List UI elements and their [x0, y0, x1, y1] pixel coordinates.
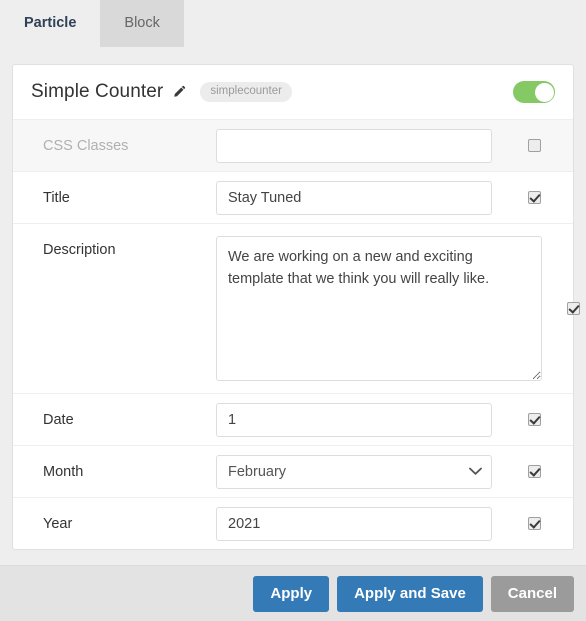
field-row-date: Date — [13, 393, 573, 445]
field-label-description: Description — [43, 242, 116, 258]
override-checkbox-css-classes[interactable] — [527, 139, 541, 152]
field-control-css-classes — [216, 128, 513, 163]
tab-block-label: Block — [124, 15, 160, 32]
field-override-month — [513, 465, 555, 478]
field-control-month: February — [216, 454, 513, 489]
override-checkbox-month[interactable] — [527, 465, 541, 478]
field-label-year: Year — [43, 515, 73, 532]
apply-and-save-button[interactable]: Apply and Save — [337, 575, 483, 612]
field-override-description — [552, 224, 586, 393]
field-label-css-classes: CSS Classes — [43, 137, 129, 154]
date-input[interactable] — [216, 402, 492, 437]
css-classes-input[interactable] — [216, 128, 492, 163]
tab-block[interactable]: Block — [100, 0, 184, 47]
field-override-year — [513, 517, 555, 530]
tab-bar: Particle Block — [0, 0, 586, 47]
month-select-value: February — [228, 463, 287, 480]
card-header: Simple Counter simplecounter — [13, 65, 573, 119]
field-override-title — [513, 191, 555, 204]
cancel-button[interactable]: Cancel — [490, 575, 574, 612]
dialog-footer: Apply Apply and Save Cancel — [0, 565, 586, 621]
override-checkbox-date[interactable] — [527, 413, 541, 426]
tab-particle[interactable]: Particle — [0, 0, 101, 47]
page-title: Simple Counter — [31, 81, 164, 102]
field-control-year — [216, 506, 513, 541]
enable-particle-toggle[interactable] — [513, 81, 555, 103]
tab-particle-label: Particle — [24, 15, 77, 32]
field-label-date: Date — [43, 411, 74, 428]
title-input[interactable] — [216, 180, 492, 215]
field-row-year: Year — [13, 497, 573, 549]
field-control-title — [216, 180, 513, 215]
field-row-css-classes: CSS Classes — [13, 119, 573, 171]
particle-settings-card: Simple Counter simplecounter CSS Classes… — [12, 64, 580, 550]
override-checkbox-description[interactable] — [566, 302, 580, 315]
description-textarea[interactable]: We are working on a new and exciting tem… — [216, 236, 542, 381]
month-select[interactable]: February — [216, 454, 492, 489]
pencil-icon[interactable] — [172, 85, 186, 99]
field-row-month: Month February — [13, 445, 573, 497]
field-control-date — [216, 402, 513, 437]
field-label-title: Title — [43, 189, 70, 206]
toggle-knob — [534, 82, 554, 102]
field-row-title: Title — [13, 171, 573, 223]
field-row-description: Description We are working on a new and … — [13, 223, 580, 393]
year-input[interactable] — [216, 506, 492, 541]
field-control-description: We are working on a new and exciting tem… — [216, 224, 552, 393]
month-select-wrapper: February — [216, 454, 492, 489]
particle-key-badge: simplecounter — [200, 81, 292, 103]
field-override-date — [513, 413, 555, 426]
apply-button[interactable]: Apply — [253, 575, 330, 612]
override-checkbox-year[interactable] — [527, 517, 541, 530]
field-override-css-classes — [513, 139, 555, 152]
field-label-month: Month — [43, 463, 84, 480]
override-checkbox-title[interactable] — [527, 191, 541, 204]
